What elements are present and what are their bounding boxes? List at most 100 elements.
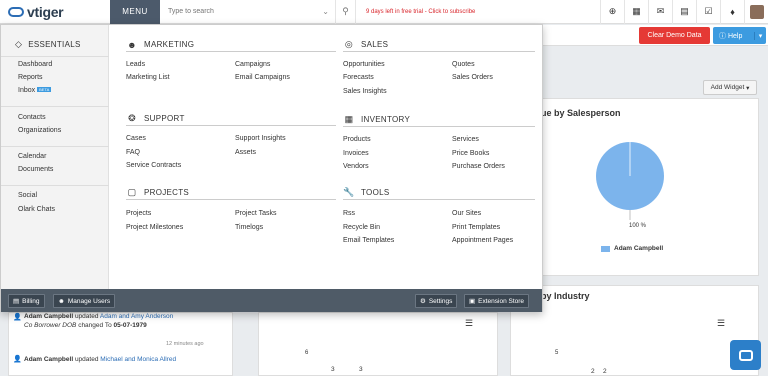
vtiger-logo[interactable]: vtiger	[0, 0, 110, 24]
menu-item-sales-insights[interactable]: Sales Insights	[343, 88, 387, 95]
menu-item-invoices[interactable]: Invoices	[343, 150, 369, 157]
menu-item-cases[interactable]: Cases	[126, 135, 146, 142]
settings-button[interactable]: ⚙ Settings	[415, 294, 458, 308]
extension-store-button[interactable]: ▣ Extension Store	[464, 294, 530, 308]
section-heading: 🔧 TOOLS	[343, 186, 535, 200]
menu-item-timelogs[interactable]: Timelogs	[235, 224, 263, 231]
notifications-icon[interactable]: ♦	[720, 0, 744, 24]
wrench-icon: 🔧	[343, 187, 355, 197]
menu-button[interactable]: MENU	[110, 0, 160, 24]
add-icon[interactable]: ⊕	[600, 0, 624, 24]
menu-item-sales-orders[interactable]: Sales Orders	[452, 74, 493, 81]
activity-time: 12 minutes ago	[166, 341, 204, 347]
bar-value-label: 3	[331, 366, 335, 373]
inbox-icon[interactable]: ✉	[648, 0, 672, 24]
menu-item-organizations[interactable]: Organizations	[18, 127, 61, 134]
menu-item-rss[interactable]: Rss	[343, 210, 355, 217]
menu-item-calendar[interactable]: Calendar	[18, 153, 46, 160]
divider	[1, 106, 109, 107]
help-button[interactable]: ⓘ Help ▾	[713, 27, 766, 44]
essentials-title: ESSENTIALS	[28, 40, 81, 49]
menu-item-project-tasks[interactable]: Project Tasks	[235, 210, 277, 217]
activity-verb: updated	[74, 356, 99, 363]
menu-item-dashboard[interactable]: Dashboard	[18, 61, 52, 68]
activity-record-link[interactable]: Michael and Monica Allred	[100, 356, 176, 363]
activity-user[interactable]: Adam Campbell	[24, 313, 73, 320]
menu-item-price-books[interactable]: Price Books	[452, 150, 489, 157]
activity-user[interactable]: Adam Campbell	[24, 356, 73, 363]
section-heading: ◎ SALES	[343, 38, 535, 52]
add-widget-button[interactable]: Add Widget ▾	[703, 80, 757, 95]
calendar-icon[interactable]: ▦	[624, 0, 648, 24]
help-text: Help	[727, 32, 743, 40]
menu-item-appointment-pages[interactable]: Appointment Pages	[452, 237, 513, 244]
menu-item-quotes[interactable]: Quotes	[452, 61, 475, 68]
section-heading: ❂ SUPPORT	[126, 112, 336, 126]
widget-menu-icon[interactable]: ☰	[465, 318, 473, 329]
essentials-heading: ◇ ESSENTIALS	[15, 39, 81, 50]
section-heading: ▦ INVENTORY	[343, 113, 535, 127]
menu-item-services[interactable]: Services	[452, 136, 479, 143]
avatar[interactable]	[744, 0, 768, 24]
menu-item-email-templates[interactable]: Email Templates	[343, 237, 394, 244]
target-icon: ◎	[344, 39, 354, 49]
menu-item-campaigns[interactable]: Campaigns	[235, 61, 270, 68]
search-icon[interactable]: ⚲	[335, 0, 355, 24]
trial-notice-link[interactable]: 9 days left in free trial - Click to sub…	[366, 9, 475, 15]
essentials-panel: ◇ ESSENTIALS Dashboard Reports Inbox BETA…	[1, 25, 109, 289]
legend-label: Adam Campbell	[614, 245, 664, 252]
menu-item-marketing-list[interactable]: Marketing List	[126, 74, 170, 81]
menu-item-recycle-bin[interactable]: Recycle Bin	[343, 224, 380, 231]
clear-demo-data-button[interactable]: Clear Demo Data	[639, 27, 710, 44]
menu-item-products[interactable]: Products	[343, 136, 371, 143]
tasks-icon[interactable]: ☑	[696, 0, 720, 24]
menu-item-forecasts[interactable]: Forecasts	[343, 74, 374, 81]
menu-item-vendors[interactable]: Vendors	[343, 163, 369, 170]
top-icon-bar: ⊕ ▦ ✉ ▤ ☑ ♦	[600, 0, 768, 24]
menu-item-reports[interactable]: Reports	[18, 74, 43, 81]
activity-value: 05-07-1979	[113, 322, 147, 329]
dashboard-chart-widget: ☰ 6 3 3	[258, 312, 498, 376]
chat-button[interactable]	[730, 340, 761, 370]
menu-item-email-campaigns[interactable]: Email Campaigns	[235, 74, 290, 81]
section-title: MARKETING	[144, 40, 195, 49]
menu-item-faq[interactable]: FAQ	[126, 149, 140, 156]
menu-footer: ▤ Billing ☻ Manage Users ⚙ Settings ▣ Extens…	[1, 289, 542, 312]
activity-record-link[interactable]: Adam and Amy Anderson	[100, 313, 173, 320]
inbox-label: Inbox	[18, 87, 36, 94]
menu-item-olark-chats[interactable]: Olark Chats	[18, 206, 55, 213]
menu-item-assets[interactable]: Assets	[235, 149, 256, 156]
menu-item-documents[interactable]: Documents	[18, 166, 53, 173]
user-icon: ☻	[58, 297, 65, 305]
menu-item-social[interactable]: Social	[18, 192, 37, 199]
manage-users-button[interactable]: ☻ Manage Users	[53, 294, 116, 308]
cart-icon: ▣	[469, 298, 476, 305]
menu-item-inbox[interactable]: Inbox BETA	[18, 87, 52, 94]
section-title: INVENTORY	[361, 115, 411, 124]
menu-item-purchase-orders[interactable]: Purchase Orders	[452, 163, 505, 170]
help-dropdown-icon[interactable]: ▾	[754, 31, 766, 40]
menu-item-leads[interactable]: Leads	[126, 61, 145, 68]
inventory-icon: ▦	[344, 114, 354, 124]
chevron-down-icon[interactable]: ⌄	[322, 7, 335, 16]
logo-text: vtiger	[27, 3, 64, 20]
bar-value-label: 3	[359, 366, 363, 373]
menu-item-support-insights[interactable]: Support Insights	[235, 135, 286, 142]
menu-item-contacts[interactable]: Contacts	[18, 114, 46, 121]
reports-icon[interactable]: ▤	[672, 0, 696, 24]
menu-item-opportunities[interactable]: Opportunities	[343, 61, 385, 68]
extension-store-label: Extension Store	[478, 297, 525, 305]
global-search: ⌄ ⚲	[160, 0, 356, 24]
billing-button[interactable]: ▤ Billing	[8, 294, 45, 308]
section-title: TOOLS	[361, 188, 390, 197]
search-input[interactable]	[160, 8, 290, 15]
widget-menu-icon[interactable]: ☰	[717, 318, 725, 329]
add-widget-label: Add Widget	[710, 84, 745, 91]
menu-item-projects[interactable]: Projects	[126, 210, 151, 217]
menu-item-our-sites[interactable]: Our Sites	[452, 210, 481, 217]
menu-item-print-templates[interactable]: Print Templates	[452, 224, 500, 231]
menu-item-project-milestones[interactable]: Project Milestones	[126, 224, 183, 231]
menu-item-service-contracts[interactable]: Service Contracts	[126, 162, 181, 169]
section-title: PROJECTS	[144, 188, 190, 197]
divider	[1, 56, 109, 57]
